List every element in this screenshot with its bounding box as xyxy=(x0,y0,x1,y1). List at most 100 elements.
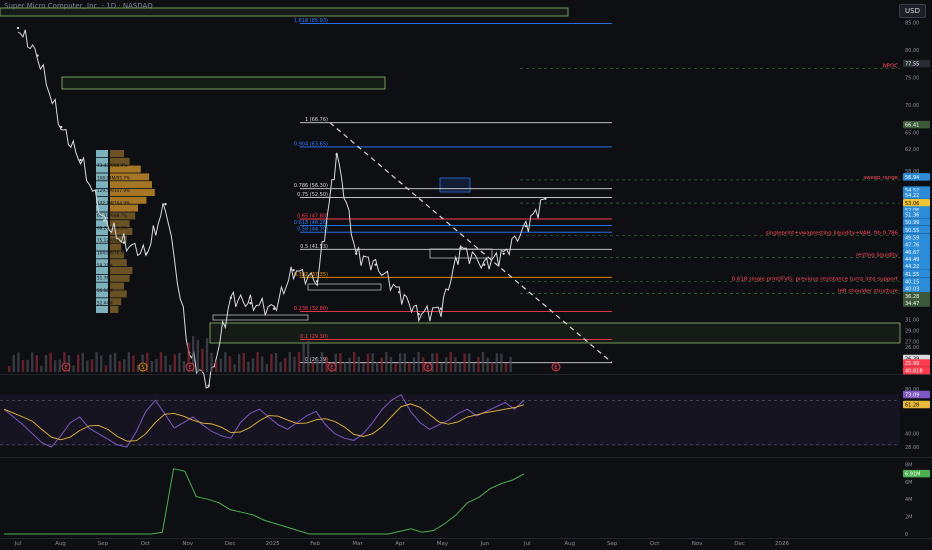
x-tick-label: Mar xyxy=(352,541,363,547)
x-tick-label: Sep xyxy=(98,541,109,547)
volume-profile-label: 129.5M/107.9% xyxy=(97,188,130,193)
price-point xyxy=(207,384,210,387)
volume-bar xyxy=(265,364,268,372)
volume-bar xyxy=(500,353,503,372)
rsi-band xyxy=(0,394,900,446)
volume-profile-bar xyxy=(110,274,130,282)
volume-bar xyxy=(21,360,25,372)
volume-bar xyxy=(389,357,393,372)
price-point xyxy=(524,224,528,228)
price-badge-label: 25.99 xyxy=(905,361,919,367)
volume-bar xyxy=(394,363,397,372)
price-point xyxy=(544,197,547,200)
price-point xyxy=(335,153,338,156)
price-badge-label: 50.99 xyxy=(905,220,919,226)
volume-bar xyxy=(486,357,489,372)
volume-profile-label: 59.31M xyxy=(97,263,113,268)
fib-label: 0.236 (32.80) xyxy=(294,306,328,312)
volume-profile-label: 55.18M xyxy=(97,288,113,293)
currency-button[interactable]: USD xyxy=(899,4,926,18)
volume-bar xyxy=(417,352,420,372)
volume-bar xyxy=(472,363,475,372)
price-point xyxy=(249,302,252,305)
volume-bar xyxy=(219,358,222,372)
x-tick-label: Dec xyxy=(225,541,236,547)
volume-profile-label: 104.8M/70.9% xyxy=(97,251,127,256)
y-tick-label: 65.00 xyxy=(905,131,919,137)
volume-bar xyxy=(86,360,89,372)
volume-bar xyxy=(118,360,121,372)
annotation-label: 0.618 single print/FVG: previous resista… xyxy=(732,277,898,283)
volume-bar xyxy=(113,352,117,372)
volume-bar xyxy=(31,352,34,372)
chart-canvas: 1.618 (85.93) 1 (66.76) 0.904 (63.65) 0.786… xyxy=(0,7,932,547)
volume-bar xyxy=(353,352,356,372)
volume-bar xyxy=(150,360,153,372)
x-tick-label: Aug xyxy=(55,541,66,547)
fib-label: 1 (66.76) xyxy=(305,117,328,123)
volume-bar xyxy=(316,357,319,372)
volume-profile-bar xyxy=(110,204,138,212)
y-tick-label: 75.00 xyxy=(905,76,919,82)
volume-profile-bar xyxy=(96,150,108,157)
fib-label: 0.904 (63.65) xyxy=(294,141,328,147)
volume-bar xyxy=(164,355,167,372)
volume-bar xyxy=(261,356,264,372)
y-tick-label: 70.00 xyxy=(905,103,919,109)
volume-bar xyxy=(435,353,439,372)
price-point xyxy=(103,219,106,222)
price-point xyxy=(398,290,401,294)
x-tick-label: Sep xyxy=(607,541,618,547)
volume-bar xyxy=(58,359,61,372)
x-tick-label: Jul xyxy=(14,541,22,547)
volume-bar xyxy=(477,357,480,372)
y-tick-label: 26.00 xyxy=(905,345,919,351)
price-point xyxy=(374,263,377,266)
volume-profile-label: 52.44M xyxy=(97,301,113,306)
annotation-label: singleprint+vwapresting liquidity+VAH, f… xyxy=(766,231,899,237)
volume-bar xyxy=(274,352,278,372)
x-tick-label: Aug xyxy=(564,541,575,547)
volume-bar xyxy=(325,356,328,372)
obv-tick-label: 4M xyxy=(905,497,913,503)
volume-bar xyxy=(440,362,443,372)
price-point xyxy=(144,252,148,255)
volume-bar xyxy=(449,352,452,372)
volume-bar xyxy=(408,362,411,372)
volume-bar xyxy=(127,352,130,372)
volume-bar xyxy=(399,353,402,372)
volume-bar xyxy=(284,358,287,372)
price-badge-label: 40.03 xyxy=(905,287,919,293)
price-badge-label: 41.55 xyxy=(905,272,919,278)
volume-bar xyxy=(385,352,388,372)
fib-label: 0.618 (46.28) xyxy=(294,220,328,226)
volume-bar xyxy=(54,360,57,372)
y-tick-label: 85.00 xyxy=(905,21,919,27)
volume-bar xyxy=(178,352,181,372)
volume-bar xyxy=(12,355,15,372)
volume-bar xyxy=(307,341,310,372)
price-point xyxy=(439,307,443,310)
volume-bar xyxy=(104,365,107,372)
volume-profile-label: 132.1M/104.9% xyxy=(97,201,130,206)
rsi-badge-label: 73.09 xyxy=(905,393,919,399)
price-badge-label: 49.59 xyxy=(905,236,919,242)
zone-box xyxy=(61,76,386,90)
volume-bar xyxy=(256,352,259,372)
x-tick-label: Apr xyxy=(395,541,405,547)
volume-bar xyxy=(491,362,494,372)
obv-badge-label: 6.91M xyxy=(905,472,920,478)
volume-bar xyxy=(210,352,213,372)
volume-bar xyxy=(422,357,425,372)
price-badge-label: 54.22 xyxy=(905,193,919,199)
volume-bar xyxy=(196,339,199,372)
volume-bar xyxy=(270,353,273,372)
x-tick-label: 2026 xyxy=(775,541,789,547)
price-point xyxy=(292,268,295,272)
volume-profile-bar xyxy=(96,306,108,313)
volume-profile-label: 51.7M xyxy=(97,276,110,281)
annotation-label: NPOC xyxy=(883,64,899,70)
volume-bar xyxy=(357,356,360,372)
volume-bar xyxy=(173,354,176,372)
price-badge-label: 40.618 xyxy=(905,369,923,375)
